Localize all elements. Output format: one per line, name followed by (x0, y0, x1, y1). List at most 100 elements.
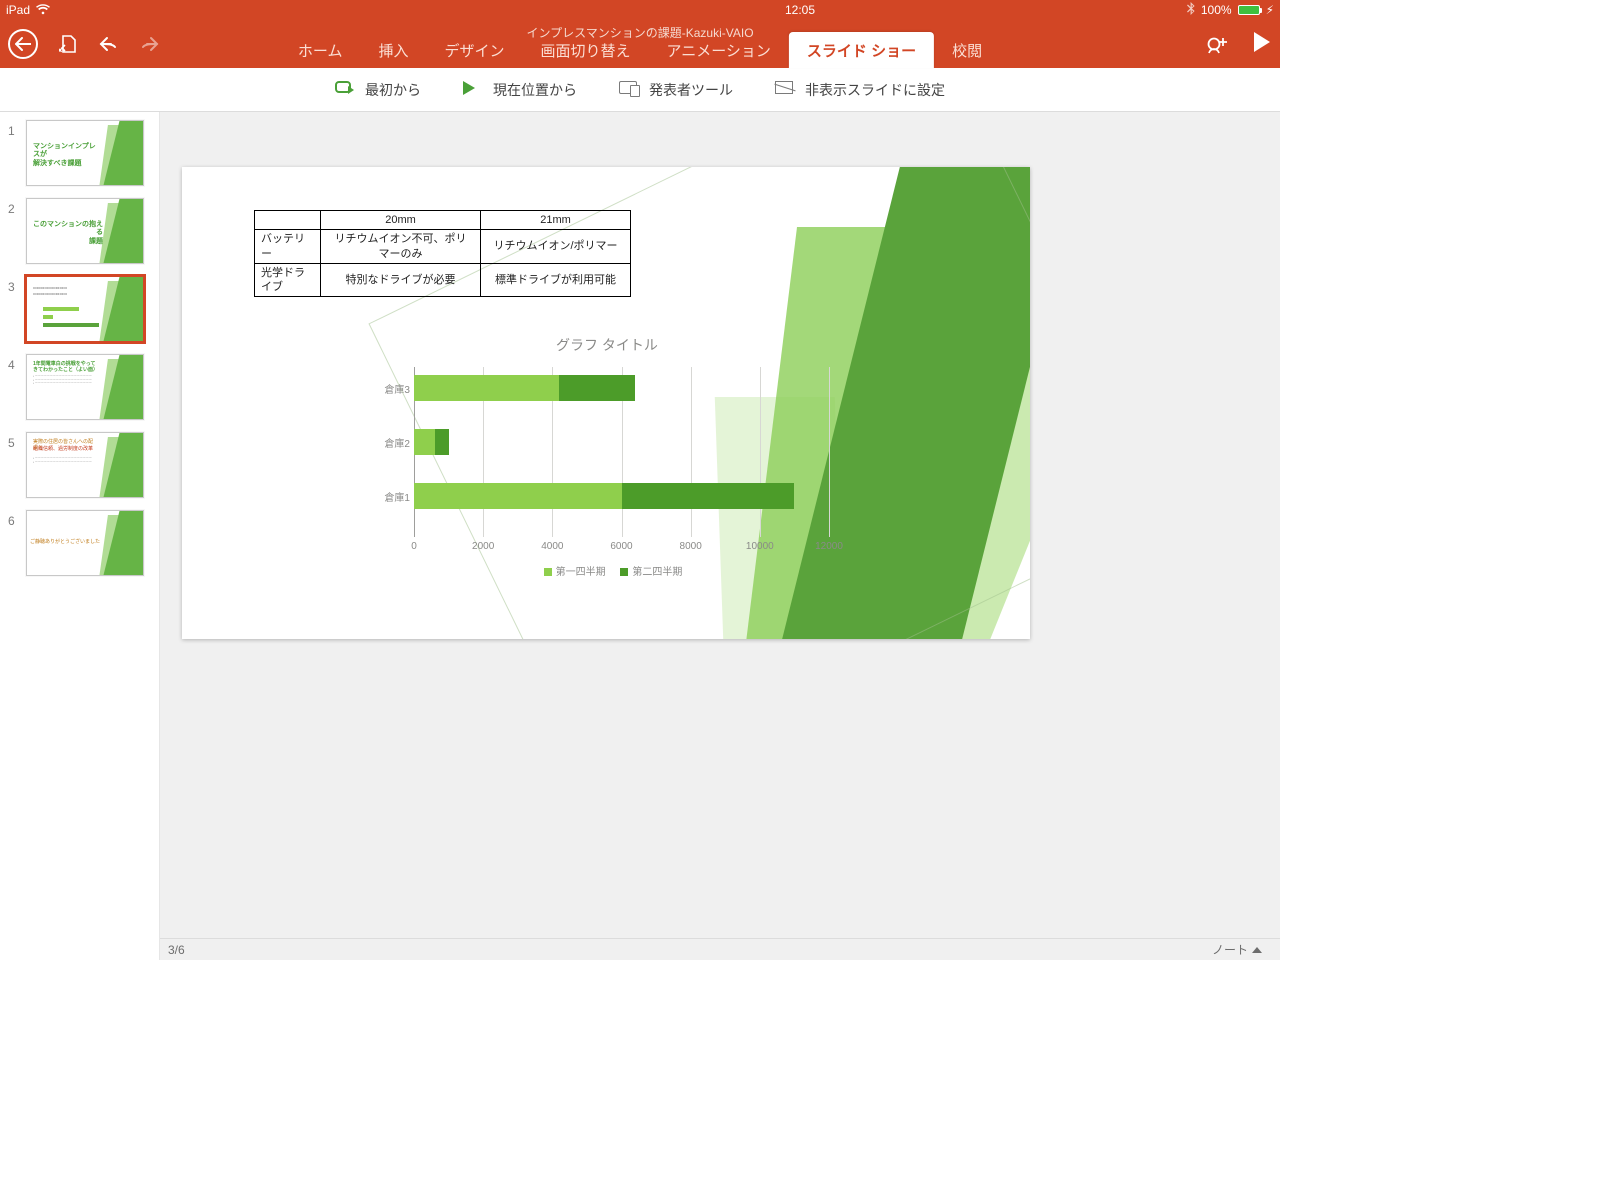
status-bar: 3/6 ノート (160, 938, 1280, 960)
back-button[interactable] (8, 29, 38, 59)
table-r2-c2: 標準ドライブが利用可能 (481, 263, 631, 297)
slide-thumbnail-panel[interactable]: 1 マンションインプレスが 解決すべき課題 2 このマンションの抱える 課題 3… (0, 112, 160, 960)
table-r1-header: バッテリー (255, 230, 321, 264)
present-button[interactable] (1254, 32, 1270, 57)
chart-plot-area: 倉庫3倉庫2倉庫1 020004000600080001000012000 (414, 367, 852, 537)
bar-row: 倉庫3 (414, 375, 635, 401)
bar-segment-q1 (414, 483, 622, 509)
bar-segment-q1 (414, 375, 559, 401)
tab-home[interactable]: ホーム (280, 32, 361, 68)
slide-counter: 3/6 (168, 943, 185, 957)
legend-swatch-2 (620, 568, 628, 576)
bar-category-label: 倉庫3 (366, 381, 410, 396)
thumb-2[interactable]: 2 このマンションの抱える 課題 (8, 198, 151, 264)
thumb-5[interactable]: 5 実際の住居の皆さんへの配慮と 組織信頼、過労制度の改革 • ーーーーーーーー… (8, 432, 151, 498)
thumb-number: 6 (8, 510, 26, 576)
bar-segment-q1 (414, 429, 435, 455)
hide-slide-icon (775, 81, 795, 99)
legend-swatch-1 (544, 568, 552, 576)
tab-insert[interactable]: 挿入 (360, 32, 426, 68)
thumb-3[interactable]: 3 ▭▭▭▭▭▭▭▭▭▭▭▭▭▭▭▭▭▭ (8, 276, 151, 342)
play-icon (1254, 32, 1270, 52)
facet-deco-icon (75, 432, 144, 498)
thumb-number: 1 (8, 120, 26, 186)
table-corner (255, 211, 321, 230)
bar-row: 倉庫1 (414, 483, 794, 509)
x-tick-label: 2000 (472, 541, 494, 552)
thumb-number: 3 (8, 276, 26, 342)
x-tick-label: 12000 (815, 541, 843, 552)
slideshow-ribbon: 最初から 現在位置から 発表者ツール 非表示スライドに設定 (0, 68, 1280, 112)
comparison-table[interactable]: 20mm 21mm バッテリー リチウムイオン不可、ポリマーのみ リチウムイオン… (254, 210, 631, 297)
thumb-1[interactable]: 1 マンションインプレスが 解決すべき課題 (8, 120, 151, 186)
redo-button[interactable] (132, 27, 166, 61)
bluetooth-icon (1187, 2, 1195, 18)
from-current-icon (463, 81, 483, 99)
from-start-icon (335, 81, 355, 99)
tab-transition[interactable]: 画面切り替え (522, 32, 648, 68)
facet-deco-icon (75, 198, 144, 264)
ios-status-bar: iPad 12:05 100% ⚡︎ (0, 0, 1280, 20)
facet-deco-icon (75, 120, 144, 186)
ribbon-from-current-label: 現在位置から (493, 80, 577, 100)
bar-category-label: 倉庫1 (366, 489, 410, 504)
share-button[interactable] (1200, 27, 1234, 61)
x-tick-label: 10000 (746, 541, 774, 552)
thumb-number: 4 (8, 354, 26, 420)
file-button[interactable] (52, 27, 86, 61)
thumb-4[interactable]: 4 1年間電車白の挑戦をやってきてわかったこと（よい面） • ーーーーーーーーー… (8, 354, 151, 420)
tab-design[interactable]: デザイン (426, 32, 522, 68)
bar-category-label: 倉庫2 (366, 435, 410, 450)
ribbon-presenter[interactable]: 発表者ツール (619, 80, 733, 100)
x-tick-label: 8000 (680, 541, 702, 552)
notes-label: ノート (1212, 941, 1248, 958)
slide-editor[interactable]: 20mm 21mm バッテリー リチウムイオン不可、ポリマーのみ リチウムイオン… (160, 112, 1280, 960)
ribbon-hide-slide-label: 非表示スライドに設定 (805, 80, 945, 100)
chart-title: グラフ タイトル (362, 335, 852, 355)
facet-deco-icon (75, 354, 144, 420)
x-tick-label: 6000 (610, 541, 632, 552)
table-col1-header: 20mm (321, 211, 481, 230)
bar-row: 倉庫2 (414, 429, 449, 455)
ribbon-from-current[interactable]: 現在位置から (463, 80, 577, 100)
table-r1-c1: リチウムイオン不可、ポリマーのみ (321, 230, 481, 264)
thumb-6[interactable]: 6 ご静聴ありがとうございました (8, 510, 151, 576)
table-row: 光学ドライブ 特別なドライブが必要 標準ドライブが利用可能 (255, 263, 631, 297)
bar-chart[interactable]: グラフ タイトル 倉庫3倉庫2倉庫1 020004000600080001000… (362, 335, 852, 578)
facet-deco-icon (75, 276, 144, 342)
thumb-number: 5 (8, 432, 26, 498)
chart-legend: 第一四半期 第二四半期 (362, 563, 852, 578)
tab-slideshow[interactable]: スライド ショー (789, 32, 934, 68)
wifi-icon (36, 3, 50, 18)
slide-canvas[interactable]: 20mm 21mm バッテリー リチウムイオン不可、ポリマーのみ リチウムイオン… (182, 167, 1030, 639)
presenter-icon (619, 81, 639, 99)
legend-label-2: 第二四半期 (632, 567, 682, 578)
notes-toggle[interactable]: ノート (1212, 941, 1262, 958)
ribbon-hide-slide[interactable]: 非表示スライドに設定 (775, 80, 945, 100)
chart-x-labels: 020004000600080001000012000 (414, 541, 852, 555)
workspace: 1 マンションインプレスが 解決すべき課題 2 このマンションの抱える 課題 3… (0, 112, 1280, 960)
tab-review[interactable]: 校閲 (934, 32, 1000, 68)
bar-segment-q2 (559, 375, 635, 401)
table-r2-header: 光学ドライブ (255, 263, 321, 297)
legend-label-1: 第一四半期 (556, 567, 606, 578)
charging-icon: ⚡︎ (1266, 3, 1274, 17)
device-label: iPad (6, 3, 30, 17)
bar-segment-q2 (622, 483, 795, 509)
table-r2-c1: 特別なドライブが必要 (321, 263, 481, 297)
caret-up-icon (1252, 947, 1262, 953)
battery-icon (1238, 5, 1260, 15)
thumb-number: 2 (8, 198, 26, 264)
table-row: バッテリー リチウムイオン不可、ポリマーのみ リチウムイオン/ポリマー (255, 230, 631, 264)
tab-animation[interactable]: アニメーション (649, 32, 789, 68)
ribbon-from-start[interactable]: 最初から (335, 80, 421, 100)
undo-button[interactable] (92, 27, 126, 61)
ribbon-presenter-label: 発表者ツール (649, 80, 733, 100)
table-r1-c2: リチウムイオン/ポリマー (481, 230, 631, 264)
bar-segment-q2 (435, 429, 449, 455)
table-col2-header: 21mm (481, 211, 631, 230)
app-header: インプレスマンションの課題-Kazuki-VAIO ホーム 挿入 デザイン 画面… (0, 20, 1280, 68)
facet-deco-icon (75, 510, 144, 576)
x-tick-label: 0 (411, 541, 417, 552)
clock: 12:05 (785, 3, 815, 17)
